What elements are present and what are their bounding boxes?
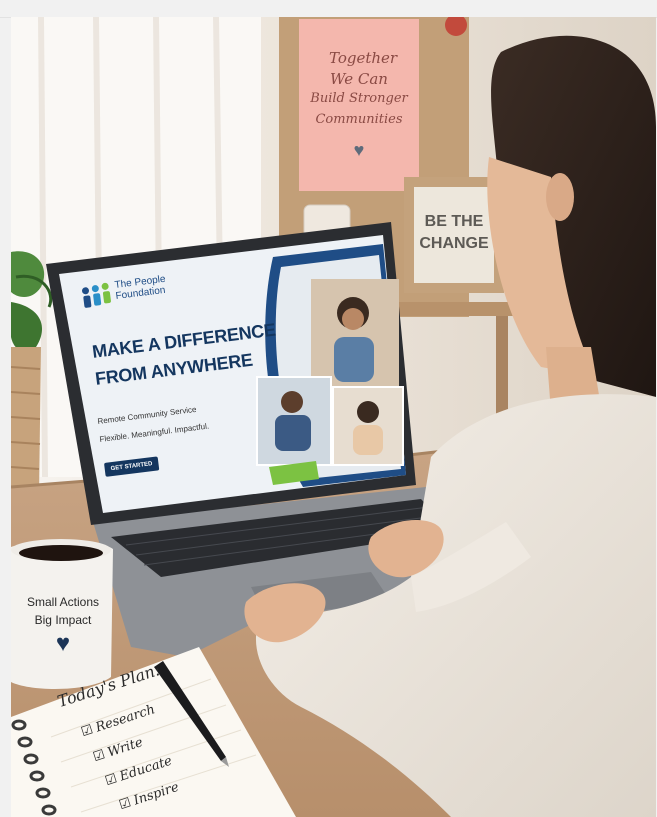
- poster-line-1: Together: [329, 49, 398, 67]
- sign-line-1: BE THE: [424, 213, 484, 230]
- poster-line-3: Build Stronger: [310, 91, 408, 106]
- poster-heart-icon: ♥: [353, 140, 365, 160]
- photo-frame: Together We Can Build Stronger Communiti…: [11, 17, 656, 817]
- poster-line-4: Communities: [315, 112, 403, 127]
- mug-heart-icon: ♥: [55, 630, 71, 657]
- mug-line-2: Big Impact: [34, 613, 92, 627]
- mug-line-1: Small Actions: [26, 595, 100, 609]
- image-top-margin: [0, 0, 657, 18]
- poster-line-2: We Can: [330, 70, 388, 88]
- sign-line-2: CHANGE: [419, 235, 489, 252]
